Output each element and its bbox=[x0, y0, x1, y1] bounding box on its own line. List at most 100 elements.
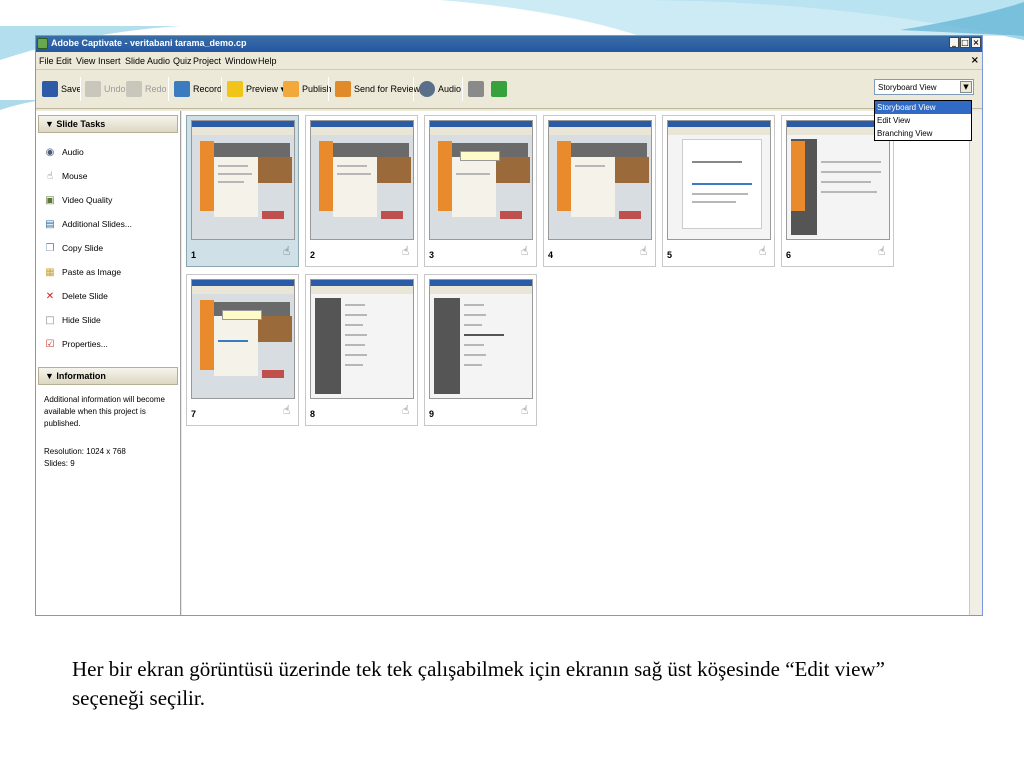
mouse-icon: ☝ bbox=[283, 403, 291, 417]
undo-button[interactable]: Undo bbox=[85, 79, 126, 99]
task-video-quality[interactable]: ▣ Video Quality bbox=[44, 191, 112, 209]
save-button[interactable]: Save bbox=[42, 79, 82, 99]
chevron-down-icon[interactable]: ▼ bbox=[960, 81, 972, 93]
menu-help[interactable]: Help bbox=[258, 56, 277, 66]
task-properties[interactable]: ☑ Properties... bbox=[44, 335, 108, 353]
view-selector[interactable]: Storyboard View ▼ bbox=[874, 79, 974, 95]
preview-button[interactable]: Preview ▾ bbox=[227, 79, 285, 99]
forward-button[interactable] bbox=[491, 79, 507, 99]
task-label: Paste as Image bbox=[62, 267, 122, 277]
record-button[interactable]: Record bbox=[174, 79, 222, 99]
task-audio[interactable]: ◉ Audio bbox=[44, 143, 84, 161]
title-bar: Adobe Captivate - veritabani tarama_demo… bbox=[36, 36, 982, 52]
redo-label: Redo bbox=[145, 84, 167, 94]
slide-number: 8 bbox=[310, 409, 316, 419]
slide-thumbnail[interactable]: 3 ☝ bbox=[424, 115, 537, 267]
hide-slide-icon: □ bbox=[45, 314, 55, 326]
save-icon bbox=[42, 81, 58, 97]
undo-label: Undo bbox=[104, 84, 126, 94]
redo-button[interactable]: Redo bbox=[126, 79, 167, 99]
menu-window[interactable]: Window bbox=[225, 56, 257, 66]
slide-number: 6 bbox=[786, 250, 792, 260]
task-label: Copy Slide bbox=[62, 243, 104, 253]
storyboard-scrollbar[interactable] bbox=[969, 111, 982, 615]
paste-icon: ▦ bbox=[45, 266, 55, 278]
task-delete-slide[interactable]: ✕ Delete Slide bbox=[44, 287, 108, 305]
menu-insert[interactable]: Insert bbox=[98, 56, 121, 66]
slide-thumbnail[interactable]: 1 ☝ bbox=[186, 115, 299, 267]
menu-audio[interactable]: Audio bbox=[147, 56, 170, 66]
video-quality-icon: ▣ bbox=[45, 194, 55, 206]
mouse-icon: ☝ bbox=[402, 244, 410, 258]
audio-icon: ◉ bbox=[45, 146, 55, 158]
close-button[interactable]: × bbox=[971, 37, 981, 48]
slide-number: 9 bbox=[429, 409, 435, 419]
preview-label: Preview ▾ bbox=[246, 83, 286, 94]
forward-arrow-icon bbox=[491, 81, 507, 97]
slide-number: 3 bbox=[429, 250, 435, 260]
slide-preview bbox=[310, 120, 414, 240]
menu-bar: File Edit View Insert Slide Audio Quiz P… bbox=[36, 52, 982, 70]
slide-caption: Her bir ekran görüntüsü üzerinde tek tek… bbox=[72, 657, 885, 710]
menu-file[interactable]: File bbox=[39, 56, 54, 66]
mouse-icon: ☝ bbox=[521, 244, 529, 258]
send-for-review-button[interactable]: Send for Review bbox=[335, 79, 420, 99]
send-for-review-icon bbox=[335, 81, 351, 97]
copy-icon: ❐ bbox=[45, 242, 55, 254]
task-paste-as-image[interactable]: ▦ Paste as Image bbox=[44, 263, 121, 281]
slide-tasks-header[interactable]: ▼ Slide Tasks bbox=[38, 115, 178, 133]
task-pane: ▼ Slide Tasks ◉ Audio ☝ Mouse ▣ Video Qu… bbox=[36, 111, 181, 615]
menu-quiz[interactable]: Quiz bbox=[173, 56, 192, 66]
slide-thumbnail[interactable]: 4 ☝ bbox=[543, 115, 656, 267]
view-option-storyboard[interactable]: Storyboard View bbox=[875, 101, 971, 114]
slide-thumbnail[interactable]: 2 ☝ bbox=[305, 115, 418, 267]
view-option-edit[interactable]: Edit View bbox=[875, 114, 971, 127]
slide-thumbnail[interactable]: 7 ☝ bbox=[186, 274, 299, 426]
preview-icon bbox=[227, 81, 243, 97]
mouse-icon: ☝ bbox=[283, 244, 291, 258]
mouse-icon: ☝ bbox=[878, 244, 886, 258]
redo-icon bbox=[126, 81, 142, 97]
document-close-icon[interactable]: × bbox=[971, 55, 979, 66]
menu-edit[interactable]: Edit bbox=[56, 56, 72, 66]
slide-stage: Adobe Captivate - veritabani tarama_demo… bbox=[0, 0, 1024, 768]
slide-thumbnail[interactable]: 8 ☝ bbox=[305, 274, 418, 426]
task-copy-slide[interactable]: ❐ Copy Slide bbox=[44, 239, 104, 257]
storyboard: 1 ☝ 2 ☝ 3 ☝ 4 ☝ 5 ☝ 6 ☝ 7 ☝ 8 ☝ 9 ☝ bbox=[182, 111, 969, 615]
task-label: Hide Slide bbox=[62, 315, 101, 325]
view-option-branching[interactable]: Branching View bbox=[875, 127, 971, 140]
slide-preview bbox=[191, 120, 295, 240]
task-label: Mouse bbox=[62, 171, 88, 181]
mouse-icon: ☝ bbox=[46, 170, 54, 182]
task-hide-slide[interactable]: □ Hide Slide bbox=[44, 311, 101, 329]
slide-thumbnail[interactable]: 5 ☝ bbox=[662, 115, 775, 267]
maximize-button[interactable]: □ bbox=[960, 37, 970, 48]
menu-slide[interactable]: Slide bbox=[125, 56, 145, 66]
slide-thumbnail[interactable]: 9 ☝ bbox=[424, 274, 537, 426]
slide-number: 2 bbox=[310, 250, 316, 260]
minimize-button[interactable]: _ bbox=[949, 37, 959, 48]
task-label: Audio bbox=[62, 147, 84, 157]
task-label: Properties... bbox=[62, 339, 108, 349]
main-toolbar: Save Undo Redo Record Preview ▾ Publish … bbox=[36, 71, 982, 109]
task-label: Additional Slides... bbox=[62, 219, 132, 229]
publish-button[interactable]: Publish bbox=[283, 79, 332, 99]
delete-icon: ✕ bbox=[45, 290, 55, 302]
additional-slides-icon: ▤ bbox=[45, 218, 55, 230]
audio-button[interactable]: Audio bbox=[419, 79, 461, 99]
slide-preview bbox=[429, 120, 533, 240]
audio-label: Audio bbox=[438, 84, 462, 94]
slide-preview bbox=[667, 120, 771, 240]
task-additional-slides[interactable]: ▤ Additional Slides... bbox=[44, 215, 132, 233]
information-header[interactable]: ▼ Information bbox=[38, 367, 178, 385]
slide-preview bbox=[310, 279, 414, 399]
menu-view[interactable]: View bbox=[76, 56, 95, 66]
mouse-icon: ☝ bbox=[521, 403, 529, 417]
menu-project[interactable]: Project bbox=[193, 56, 221, 66]
back-button[interactable] bbox=[468, 79, 484, 99]
audio-icon bbox=[419, 81, 435, 97]
slide-number: 1 bbox=[191, 250, 197, 260]
task-mouse[interactable]: ☝ Mouse bbox=[44, 167, 88, 185]
publish-icon bbox=[283, 81, 299, 97]
slide-count-text: Slides: 9 bbox=[44, 459, 75, 468]
